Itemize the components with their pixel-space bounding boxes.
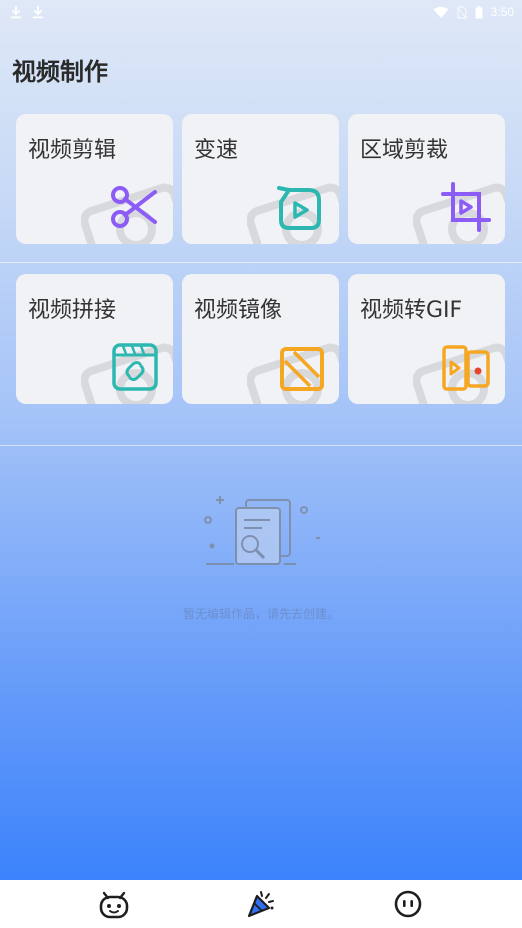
status-bar: 3:50 bbox=[0, 0, 522, 24]
scissors-icon bbox=[111, 186, 157, 228]
status-right: 3:50 bbox=[433, 5, 514, 19]
tool-card-label: 区域剪裁 bbox=[360, 138, 449, 163]
tool-card-label: 视频转GIF bbox=[360, 298, 463, 323]
tool-card-label: 变速 bbox=[194, 138, 239, 163]
nav-tab-face[interactable] bbox=[388, 884, 428, 924]
tool-card-merge[interactable]: 视频拼接 bbox=[16, 274, 173, 404]
party-popper-icon bbox=[247, 891, 274, 918]
no-sim-icon bbox=[457, 5, 467, 19]
speed-play-icon bbox=[277, 186, 321, 230]
face-icon bbox=[395, 890, 422, 918]
wifi-icon bbox=[433, 6, 449, 18]
crop-icon bbox=[441, 182, 491, 232]
link-film-icon bbox=[112, 343, 158, 391]
tool-card-video-edit[interactable]: 视频剪辑 bbox=[16, 114, 173, 244]
empty-documents-icon bbox=[204, 496, 320, 565]
page-title: 视频制作 bbox=[12, 58, 108, 86]
tool-card-label: 视频拼接 bbox=[28, 298, 117, 323]
battery-icon bbox=[475, 5, 483, 18]
mirror-icon bbox=[280, 347, 324, 391]
bottom-nav bbox=[0, 880, 522, 928]
video-gif-icon bbox=[442, 345, 490, 391]
tool-card-crop[interactable]: 区域剪裁 bbox=[348, 114, 505, 244]
download-icon bbox=[11, 6, 21, 19]
tool-card-label: 视频剪辑 bbox=[28, 138, 117, 163]
nav-tab-android[interactable] bbox=[94, 884, 134, 924]
status-time: 3:50 bbox=[490, 5, 514, 19]
section-divider bbox=[0, 262, 522, 263]
tool-card-label: 视频镜像 bbox=[194, 298, 283, 323]
download-icon bbox=[33, 6, 43, 19]
tool-card-gif[interactable]: 视频转GIF bbox=[348, 274, 505, 404]
nav-tab-party[interactable] bbox=[241, 884, 281, 924]
android-face-icon bbox=[99, 891, 128, 919]
empty-state-text: 暂无编辑作品，请先去创建。 bbox=[182, 607, 339, 621]
section-divider bbox=[0, 445, 522, 446]
tool-card-speed[interactable]: 变速 bbox=[182, 114, 339, 244]
tool-card-mirror[interactable]: 视频镜像 bbox=[182, 274, 339, 404]
status-left bbox=[10, 5, 44, 19]
